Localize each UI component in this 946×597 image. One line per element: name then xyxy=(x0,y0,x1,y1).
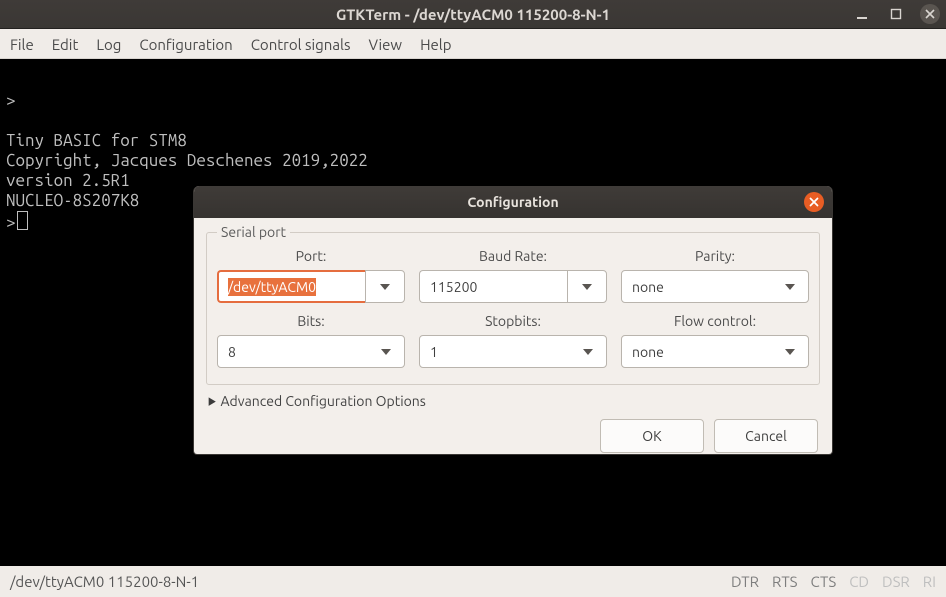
signal-ri: RI xyxy=(923,573,936,590)
close-icon xyxy=(809,197,819,207)
advanced-options-label: Advanced Configuration Options xyxy=(220,393,425,409)
bits-label: Bits: xyxy=(217,313,405,329)
terminal-line: > xyxy=(6,213,16,232)
chevron-down-icon xyxy=(785,349,795,355)
window-title: GTKTerm - /dev/ttyACM0 115200-8-N-1 xyxy=(0,6,946,23)
terminal-line: Copyright, Jacques Deschenes 2019,2022 xyxy=(6,151,368,170)
port-dropdown-button[interactable] xyxy=(365,270,405,303)
advanced-options-expander[interactable]: ▶ Advanced Configuration Options xyxy=(206,393,820,409)
serial-port-legend: Serial port xyxy=(217,224,290,240)
maximize-button[interactable] xyxy=(886,4,906,24)
ok-button[interactable]: OK xyxy=(600,419,704,453)
menu-view[interactable]: View xyxy=(368,36,402,53)
port-label: Port: xyxy=(217,248,405,264)
dialog-titlebar: Configuration xyxy=(194,186,832,218)
baud-input[interactable]: 115200 xyxy=(419,270,567,303)
terminal-line: > xyxy=(6,91,16,110)
terminal-line: NUCLEO-8S207K8 xyxy=(6,191,139,210)
cancel-button[interactable]: Cancel xyxy=(714,419,818,453)
flow-label: Flow control: xyxy=(621,313,809,329)
menu-edit[interactable]: Edit xyxy=(52,36,79,53)
dialog-close-button[interactable] xyxy=(804,192,824,212)
minimize-button[interactable] xyxy=(852,4,872,24)
window-controls xyxy=(852,4,940,24)
stopbits-label: Stopbits: xyxy=(419,313,607,329)
configuration-dialog: Configuration Serial port Port: /dev/tty… xyxy=(193,186,833,455)
bits-select[interactable]: 8 xyxy=(217,335,405,368)
close-button[interactable] xyxy=(920,4,940,24)
terminal-line: version 2.5R1 xyxy=(6,171,130,190)
menu-control-signals[interactable]: Control signals xyxy=(251,36,351,53)
chevron-down-icon xyxy=(582,284,592,290)
port-input[interactable]: /dev/ttyACM0 xyxy=(217,270,365,303)
menu-log[interactable]: Log xyxy=(96,36,121,53)
statusbar: /dev/ttyACM0 115200-8-N-1 DTR RTS CTS CD… xyxy=(0,566,946,597)
signal-dtr[interactable]: DTR xyxy=(731,573,759,590)
baud-combobox[interactable]: 115200 xyxy=(419,270,607,303)
menubar: File Edit Log Configuration Control sign… xyxy=(0,29,946,59)
flow-select[interactable]: none xyxy=(621,335,809,368)
terminal-line: Tiny BASIC for STM8 xyxy=(6,131,187,150)
parity-dropdown-button[interactable] xyxy=(771,270,809,303)
serial-port-group: Serial port Port: /dev/ttyACM0 Baud Rate… xyxy=(206,224,820,385)
port-combobox[interactable]: /dev/ttyACM0 xyxy=(217,270,405,303)
menu-configuration[interactable]: Configuration xyxy=(139,36,232,53)
parity-select[interactable]: none xyxy=(621,270,809,303)
chevron-down-icon xyxy=(380,284,390,290)
statusbar-signals: DTR RTS CTS CD DSR RI xyxy=(731,573,936,590)
baud-dropdown-button[interactable] xyxy=(567,270,607,303)
stopbits-select[interactable]: 1 xyxy=(419,335,607,368)
chevron-down-icon xyxy=(583,349,593,355)
terminal-cursor xyxy=(17,211,28,230)
flow-dropdown-button[interactable] xyxy=(771,335,809,368)
statusbar-port-info: /dev/ttyACM0 115200-8-N-1 xyxy=(10,573,199,590)
menu-help[interactable]: Help xyxy=(420,36,451,53)
bits-dropdown-button[interactable] xyxy=(367,335,405,368)
window-titlebar: GTKTerm - /dev/ttyACM0 115200-8-N-1 xyxy=(0,0,946,29)
menu-file[interactable]: File xyxy=(10,36,34,53)
dialog-title: Configuration xyxy=(467,194,558,210)
chevron-down-icon xyxy=(785,284,795,290)
signal-cts: CTS xyxy=(811,573,837,590)
signal-rts[interactable]: RTS xyxy=(772,573,798,590)
expander-triangle-icon: ▶ xyxy=(209,394,216,407)
signal-cd: CD xyxy=(849,573,869,590)
baud-label: Baud Rate: xyxy=(419,248,607,264)
stopbits-dropdown-button[interactable] xyxy=(569,335,607,368)
chevron-down-icon xyxy=(381,349,391,355)
signal-dsr: DSR xyxy=(882,573,910,590)
parity-label: Parity: xyxy=(621,248,809,264)
